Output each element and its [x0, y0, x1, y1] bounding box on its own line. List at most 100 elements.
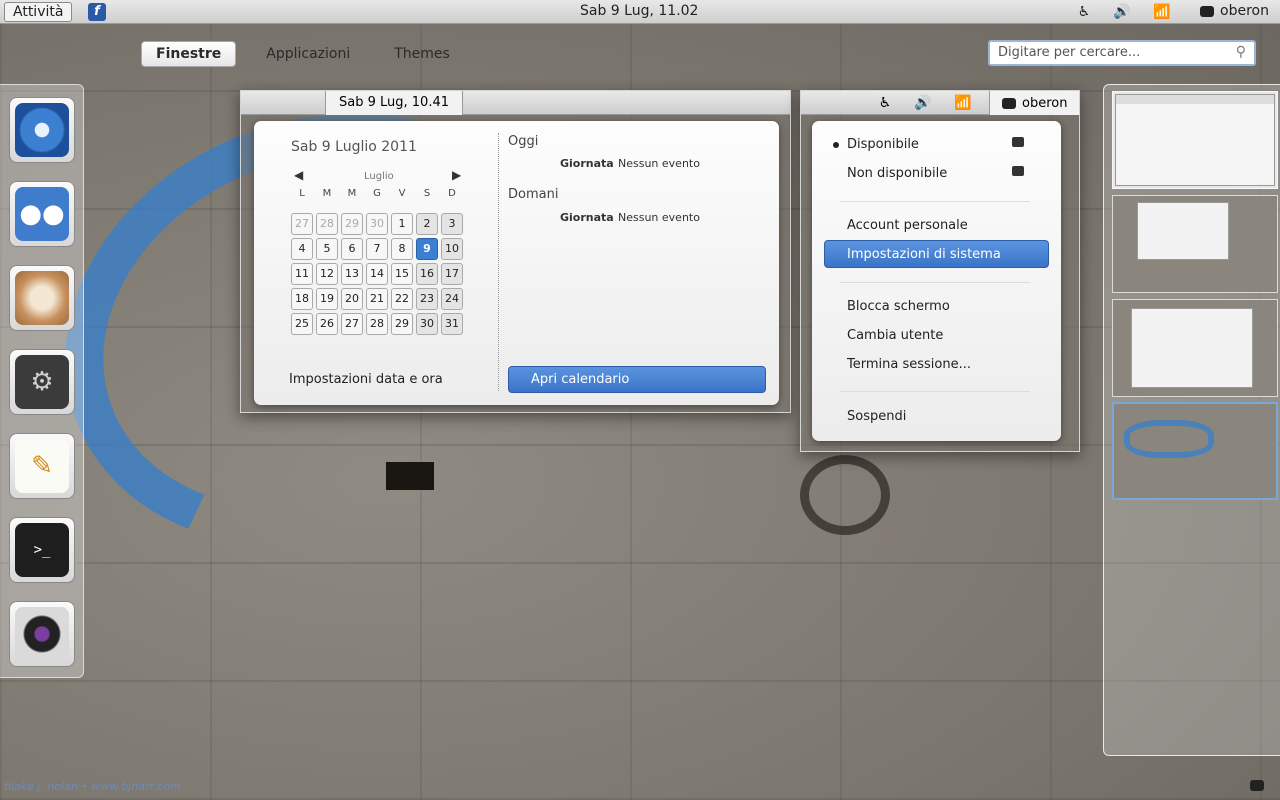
calendar-day[interactable]: 8 — [391, 238, 413, 260]
empathy-icon: ●● — [15, 187, 69, 241]
window-topbar-2: ♿ 🔊 📶 oberon — [801, 91, 1079, 115]
chat-status-icon — [1002, 97, 1016, 109]
window-topbar: Sab 9 Lug, 10.41 — [241, 91, 790, 115]
tab-applications[interactable]: Applicazioni — [252, 42, 364, 66]
dash: ●● ⚙ ✎ >_ — [0, 84, 84, 678]
today-event-label: Giornata — [560, 157, 614, 170]
workspace-switcher — [1103, 84, 1280, 756]
calendar-day[interactable]: 26 — [316, 313, 338, 335]
calendar-day[interactable]: 11 — [291, 263, 313, 285]
calendar-day[interactable]: 17 — [441, 263, 463, 285]
next-month-icon[interactable]: ▶ — [452, 168, 461, 182]
dock-item-gedit[interactable]: ✎ — [9, 433, 75, 499]
accessibility-icon: ♿ — [878, 95, 892, 111]
date-settings-link[interactable]: Impostazioni data e ora — [289, 372, 443, 387]
window-user-name: oberon — [1022, 95, 1068, 111]
calendar-day[interactable]: 31 — [441, 313, 463, 335]
calendar-day[interactable]: 13 — [341, 263, 363, 285]
tomorrow-event-label: Giornata — [560, 211, 614, 224]
menu-separator — [840, 391, 1030, 392]
dock-item-chromium[interactable] — [9, 97, 75, 163]
workspace-1[interactable] — [1112, 91, 1278, 189]
workspace-3[interactable] — [1112, 299, 1278, 397]
menu-log-out[interactable]: Termina sessione... — [847, 357, 971, 372]
calendar-day[interactable]: 28 — [366, 313, 388, 335]
calendar-day[interactable]: 4 — [291, 238, 313, 260]
calendar-day[interactable]: 25 — [291, 313, 313, 335]
calendar-day[interactable]: 1 — [391, 213, 413, 235]
calendar-day[interactable]: 2 — [416, 213, 438, 235]
workspace-2[interactable] — [1112, 195, 1278, 293]
dock-item-empathy[interactable]: ●● — [9, 181, 75, 247]
available-chat-icon — [1012, 137, 1024, 147]
calendar-day[interactable]: 14 — [366, 263, 388, 285]
menu-busy[interactable]: Non disponibile — [847, 166, 947, 181]
menu-switch-user[interactable]: Cambia utente — [847, 328, 943, 343]
open-calendar-button[interactable]: Apri calendario — [508, 366, 766, 393]
weekday-label: L — [299, 188, 305, 199]
chat-status-icon — [1200, 5, 1214, 17]
chromium-icon — [15, 103, 69, 157]
volume-icon[interactable]: 🔊 — [1112, 2, 1132, 22]
user-name: oberon — [1220, 3, 1269, 19]
calendar-day[interactable]: 22 — [391, 288, 413, 310]
window-calendar-screenshot[interactable]: Sab 9 Lug, 10.41 Sab 9 Luglio 2011 ◀ Lug… — [240, 90, 791, 413]
search-input[interactable]: Digitare per cercare... ⚲ — [988, 40, 1256, 66]
calendar-day[interactable]: 23 — [416, 288, 438, 310]
calendar-day[interactable]: 30 — [416, 313, 438, 335]
calendar-day[interactable]: 29 — [341, 213, 363, 235]
weekday-label: G — [373, 188, 381, 199]
calendar-divider — [498, 133, 499, 391]
activities-button[interactable]: Attività — [4, 2, 73, 22]
search-placeholder: Digitare per cercare... — [998, 45, 1141, 60]
dock-item-cheese[interactable] — [9, 601, 75, 667]
calendar-day[interactable]: 9 — [416, 238, 438, 260]
top-panel: Attività f Sab 9 Lug, 11.02 ♿ 🔊 📶 oberon — [0, 0, 1280, 24]
calendar-day[interactable]: 27 — [341, 313, 363, 335]
terminal-icon: >_ — [15, 523, 69, 577]
tab-themes[interactable]: Themes — [380, 42, 464, 66]
menu-available[interactable]: Disponibile — [847, 137, 919, 152]
calendar-day[interactable]: 19 — [316, 288, 338, 310]
calendar-day[interactable]: 10 — [441, 238, 463, 260]
watermark: blake j. nolan • www.bjnart.com — [4, 780, 181, 793]
menu-lock-screen[interactable]: Blocca schermo — [847, 299, 950, 314]
weekday-label: D — [448, 188, 456, 199]
fedora-icon[interactable]: f — [88, 3, 106, 21]
weekday-label: M — [322, 188, 332, 199]
prev-month-icon[interactable]: ◀ — [294, 168, 303, 182]
calendar-day[interactable]: 7 — [366, 238, 388, 260]
dock-item-files[interactable] — [9, 265, 75, 331]
search-icon: ⚲ — [1235, 44, 1246, 60]
window-clock: Sab 9 Lug, 10.41 — [325, 91, 463, 115]
calendar-day[interactable]: 30 — [366, 213, 388, 235]
user-menu-button[interactable]: oberon — [1200, 3, 1269, 19]
accessibility-icon[interactable]: ♿ — [1074, 2, 1094, 22]
calendar-day[interactable]: 29 — [391, 313, 413, 335]
menu-separator — [840, 282, 1030, 283]
calendar-day[interactable]: 6 — [341, 238, 363, 260]
calendar-day[interactable]: 24 — [441, 288, 463, 310]
nautilus-icon — [15, 271, 69, 325]
message-tray-icon[interactable] — [1250, 780, 1264, 791]
calendar-day[interactable]: 3 — [441, 213, 463, 235]
calendar-day[interactable]: 18 — [291, 288, 313, 310]
calendar-day[interactable]: 27 — [291, 213, 313, 235]
calendar-day[interactable]: 5 — [316, 238, 338, 260]
calendar-day[interactable]: 28 — [316, 213, 338, 235]
workspace-4-current[interactable] — [1112, 402, 1278, 500]
menu-system-settings[interactable]: Impostazioni di sistema — [824, 240, 1049, 268]
tab-windows[interactable]: Finestre — [141, 41, 237, 67]
dock-item-terminal[interactable]: >_ — [9, 517, 75, 583]
calendar-day[interactable]: 20 — [341, 288, 363, 310]
menu-personal-account[interactable]: Account personale — [847, 218, 968, 233]
calendar-day[interactable]: 12 — [316, 263, 338, 285]
calendar-day[interactable]: 21 — [366, 288, 388, 310]
dock-item-settings[interactable]: ⚙ — [9, 349, 75, 415]
calendar-day[interactable]: 16 — [416, 263, 438, 285]
panel-clock[interactable]: Sab 9 Lug, 11.02 — [580, 3, 698, 19]
wifi-icon[interactable]: 📶 — [1152, 2, 1172, 22]
window-user-menu-screenshot[interactable]: ♿ 🔊 📶 oberon Disponibile Non disponibile… — [800, 90, 1080, 452]
menu-suspend[interactable]: Sospendi — [847, 409, 906, 424]
calendar-day[interactable]: 15 — [391, 263, 413, 285]
